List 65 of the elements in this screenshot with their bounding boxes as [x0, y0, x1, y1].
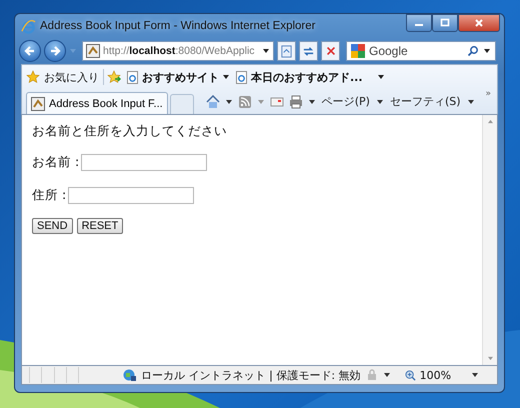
- form-button[interactable]: RESET: [76, 218, 124, 234]
- caret-icon[interactable]: [224, 98, 233, 104]
- security-zone-status[interactable]: ローカル イントラネット | 保護モード: 無効: [141, 368, 361, 382]
- forward-arrow-icon: [49, 45, 61, 57]
- form-button[interactable]: SEND: [32, 218, 73, 234]
- scroll-down-icon[interactable]: [486, 356, 494, 361]
- caret-icon[interactable]: [308, 98, 316, 104]
- scrollbar[interactable]: [482, 115, 497, 365]
- maximize-button[interactable]: [432, 14, 458, 32]
- input-field[interactable]: [81, 154, 208, 171]
- close-icon: [474, 18, 484, 28]
- tab-label[interactable]: Address Book Input F...: [49, 98, 163, 110]
- caret-icon[interactable]: [382, 372, 391, 378]
- page-icon: [86, 44, 100, 58]
- close-icon: [324, 45, 336, 57]
- mail-icon[interactable]: [270, 94, 284, 108]
- caret-icon[interactable]: [222, 74, 230, 80]
- page-icon[interactable]: [236, 70, 247, 84]
- back-button[interactable]: [19, 40, 41, 62]
- more-button[interactable]: »: [483, 89, 493, 99]
- caret-icon[interactable]: [376, 74, 385, 80]
- browser-tab[interactable]: Address Book Input F...: [26, 92, 168, 114]
- compatibility-button[interactable]: [277, 41, 296, 61]
- url-text: http://localhost:8080/WebApplic: [103, 45, 255, 57]
- favorites-button[interactable]: お気に入り: [43, 70, 100, 84]
- logo-icon: [351, 44, 365, 58]
- window-title: Address Book Input Form - Windows Internet Explorer: [40, 20, 316, 32]
- maximize-icon: [440, 18, 450, 28]
- page-icon[interactable]: [127, 70, 138, 84]
- zoom-icon[interactable]: [404, 370, 416, 380]
- print-icon[interactable]: [288, 94, 303, 108]
- stop-button[interactable]: [321, 41, 340, 61]
- command-menu[interactable]: ページ(P): [320, 94, 371, 109]
- forward-button[interactable]: [44, 40, 66, 62]
- close-button[interactable]: [458, 14, 500, 32]
- feed-icon[interactable]: [238, 94, 252, 108]
- input-field[interactable]: [68, 187, 194, 204]
- search-field[interactable]: Google: [369, 44, 463, 58]
- caret-icon[interactable]: [471, 372, 480, 378]
- field-label: 住所 :: [32, 187, 66, 204]
- favorites-link[interactable]: おすすめサイト: [141, 70, 219, 84]
- page-icon: [280, 44, 293, 58]
- refresh-icon: [302, 44, 315, 58]
- field-label: お名前 :: [32, 154, 80, 171]
- caret-icon[interactable]: [262, 48, 270, 54]
- instruction-text: お名前と住所を入力してください: [32, 123, 228, 140]
- address-bar[interactable]: http://localhost:8080/WebApplic: [82, 41, 274, 61]
- back-arrow-icon: [24, 45, 36, 57]
- favorites-link[interactable]: 本日のおすすめアド...: [250, 70, 364, 84]
- star-icon[interactable]: [26, 70, 40, 84]
- scroll-up-icon[interactable]: [486, 119, 494, 124]
- command-menu[interactable]: セーフティ(S): [388, 94, 462, 109]
- page-icon: [31, 96, 45, 110]
- home-icon[interactable]: [206, 94, 220, 108]
- search-bar[interactable]: Google: [346, 41, 496, 61]
- globe-icon[interactable]: [123, 368, 138, 382]
- zoom-level[interactable]: 100%: [420, 368, 452, 382]
- caret-icon[interactable]: [483, 48, 491, 54]
- caret-icon[interactable]: [376, 98, 384, 104]
- e-logo-icon: [21, 18, 36, 34]
- caret-icon[interactable]: [466, 98, 475, 104]
- search-icon[interactable]: [467, 45, 479, 57]
- refresh-button[interactable]: [299, 41, 318, 61]
- minimize-button[interactable]: [406, 14, 432, 32]
- add-favorite-icon[interactable]: [107, 70, 121, 84]
